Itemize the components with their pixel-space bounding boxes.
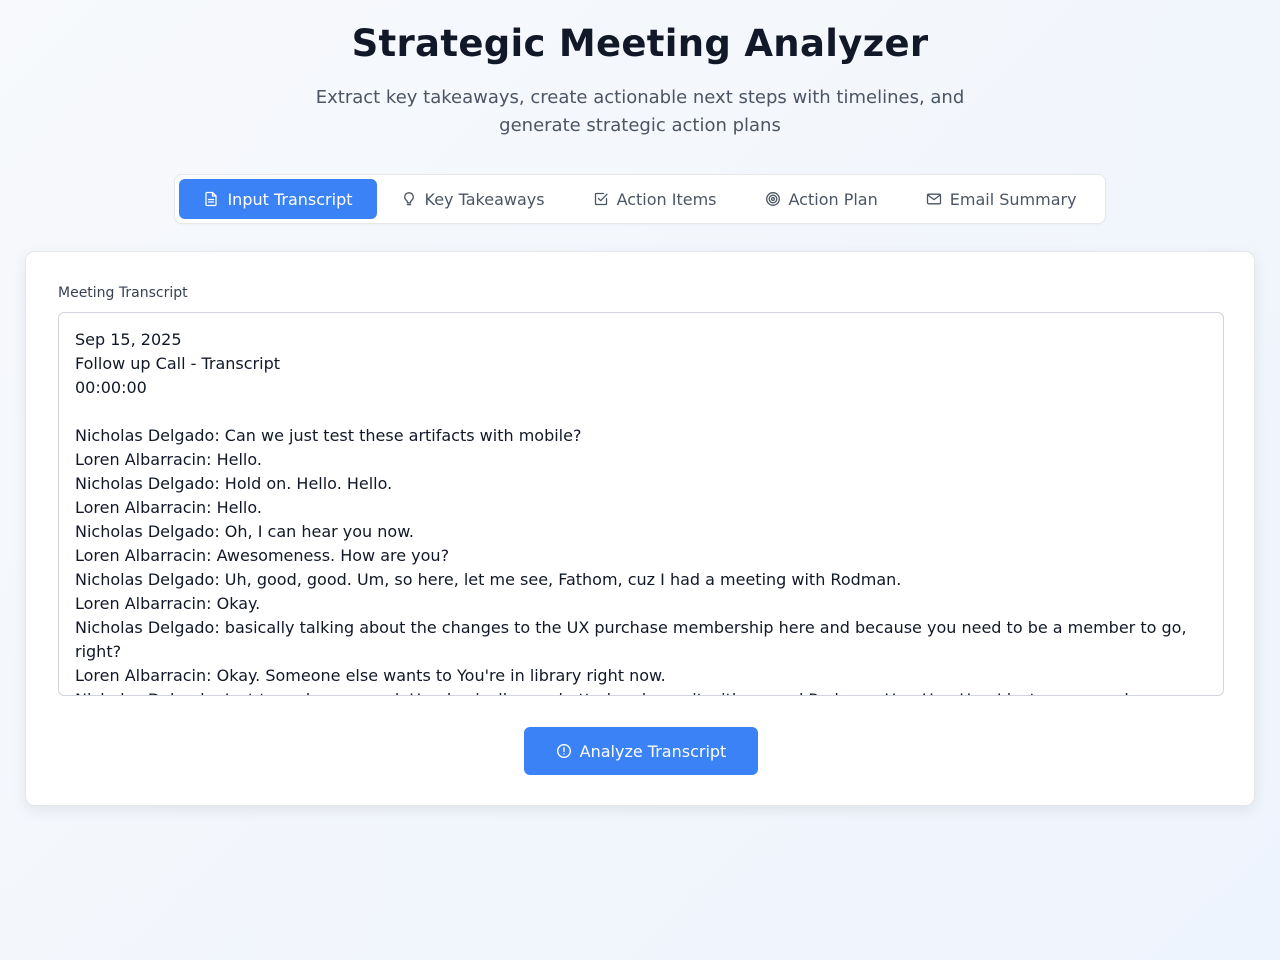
tab-bar: Input Transcript Key Takeaways Action It…	[174, 174, 1106, 224]
transcript-line: Nicholas Delgado: Oh, I can hear you now…	[75, 522, 414, 541]
tab-email-summary[interactable]: Email Summary	[902, 179, 1101, 219]
tab-label: Action Plan	[788, 189, 878, 209]
transcript-line	[75, 400, 1207, 424]
transcript-line: Loren Albarracin: Hello.	[75, 450, 262, 469]
transcript-line: Loren Albarracin: Okay. Someone else wan…	[75, 666, 666, 685]
analyze-button-label: Analyze Transcript	[579, 741, 727, 761]
lightbulb-icon	[403, 192, 414, 206]
tab-bar-wrapper: Input Transcript Key Takeaways Action It…	[0, 174, 1280, 224]
tab-label: Input Transcript	[227, 189, 353, 209]
transcript-line: Loren Albarracin: Hello.	[75, 498, 262, 517]
page-title: Strategic Meeting Analyzer	[351, 22, 929, 65]
checkbox-icon	[594, 192, 608, 206]
tab-action-items[interactable]: Action Items	[569, 179, 741, 219]
transcript-line: 00:00:00	[75, 378, 147, 397]
analyze-transcript-button[interactable]: Analyze Transcript	[524, 727, 758, 775]
alert-circle-icon	[556, 743, 571, 759]
transcript-label: Meeting Transcript	[58, 285, 188, 301]
mail-icon	[926, 193, 941, 205]
transcript-line: Loren Albarracin: Awesomeness. How are y…	[75, 546, 450, 565]
transcript-card: Meeting Transcript Sep 15, 2025 Follow up…	[25, 251, 1255, 806]
transcript-line: Nicholas Delgado: basically talking abou…	[75, 618, 1192, 661]
transcript-line: Nicholas Delgado: Uh, good, good. Um, so…	[75, 570, 902, 589]
transcript-line: Nicholas Delgado: Hold on. Hello. Hello.	[75, 474, 393, 493]
page-header: Strategic Meeting Analyzer Extract key t…	[0, 0, 1280, 140]
target-icon	[765, 192, 780, 206]
transcript-line: Follow up Call - Transcript	[75, 354, 280, 373]
tab-label: Email Summary	[949, 189, 1077, 209]
transcript-line: Nicholas Delgado: Can we just test these…	[75, 426, 582, 445]
tab-input-transcript[interactable]: Input Transcript	[179, 179, 377, 219]
tab-action-plan[interactable]: Action Plan	[741, 179, 902, 219]
tab-key-takeaways[interactable]: Key Takeaways	[377, 179, 569, 219]
transcript-line: Nicholas Delgado: Just to make sure and.…	[75, 688, 1207, 695]
transcript-line: Loren Albarracin: Okay.	[75, 594, 261, 613]
transcript-textarea[interactable]: Sep 15, 2025 Follow up Call - Transcript 0…	[58, 312, 1224, 696]
document-icon	[205, 191, 218, 207]
page-subtitle: Extract key takeaways, create actionable…	[315, 87, 965, 136]
tab-label: Key Takeaways	[424, 189, 545, 209]
tab-label: Action Items	[616, 189, 717, 209]
transcript-line: Sep 15, 2025	[75, 330, 182, 349]
